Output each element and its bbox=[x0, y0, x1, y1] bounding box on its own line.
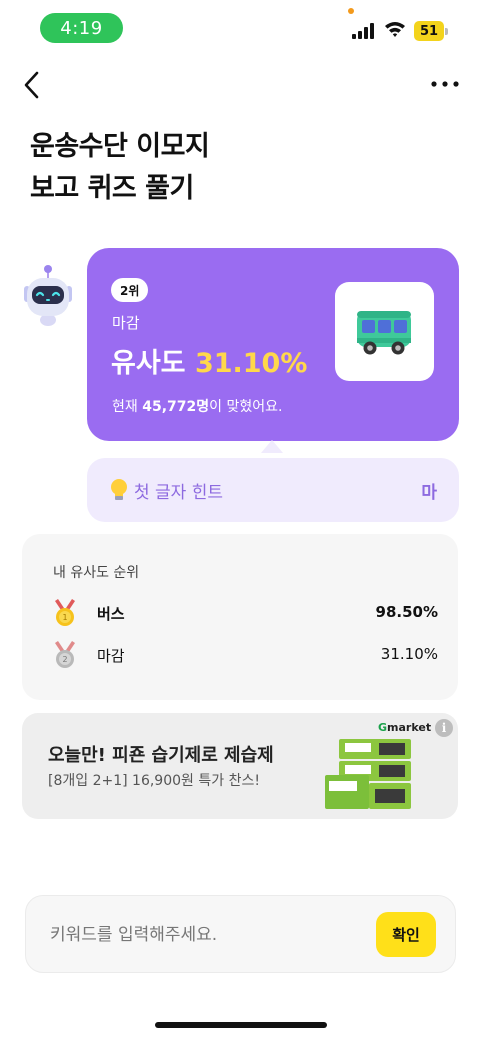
gold-medal-icon: 1 bbox=[55, 599, 75, 626]
battery-icon: 51 bbox=[414, 21, 448, 41]
similarity-label: 유사도 bbox=[111, 348, 186, 379]
status-time: 4:19 bbox=[40, 13, 123, 43]
page-title-line1: 운송수단 이모지 bbox=[30, 131, 210, 162]
ad-brand-logo: Gmarket bbox=[378, 721, 432, 734]
chevron-left-icon[interactable] bbox=[20, 68, 44, 102]
ad-banner[interactable]: 오늘만! 피죤 습기제로 제습제 [8개입 2+1] 16,900원 특가 찬스… bbox=[22, 713, 458, 819]
product-image bbox=[325, 739, 411, 809]
page-title-line2: 보고 퀴즈 풀기 bbox=[30, 173, 194, 204]
confirm-button[interactable]: 확인 bbox=[376, 912, 436, 957]
svg-text:2: 2 bbox=[62, 655, 67, 664]
ad-subtitle: [8개입 2+1] 16,900원 특가 찬스! bbox=[48, 773, 260, 789]
ranking-row: 2 마감 31.10% bbox=[22, 640, 458, 670]
rank-badge: 2위 bbox=[111, 278, 149, 302]
signal-icon bbox=[352, 23, 374, 39]
status-bar: 4:19 51 bbox=[0, 0, 481, 58]
ranking-word: 버스 bbox=[97, 605, 125, 623]
ranking-title: 내 유사도 순위 bbox=[53, 565, 140, 581]
ranking-score: 98.50% bbox=[375, 603, 438, 621]
keyword-input[interactable] bbox=[50, 920, 350, 950]
battery-level: 51 bbox=[414, 21, 444, 41]
emoji-box bbox=[335, 282, 434, 381]
page-title: 운송수단 이모지 보고 퀴즈 풀기 bbox=[30, 126, 450, 210]
guess-word: 마감 bbox=[112, 314, 140, 332]
similarity-line: 유사도 31.10% bbox=[111, 341, 307, 380]
solvers-count: 45,772명 bbox=[142, 399, 210, 415]
solvers-line: 현재 45,772명이 맞혔어요. bbox=[112, 396, 282, 416]
svg-text:1: 1 bbox=[62, 613, 67, 622]
robot-mascot-icon bbox=[24, 265, 72, 326]
hint-label: 첫 글자 힌트 bbox=[134, 483, 224, 503]
home-indicator bbox=[155, 1022, 327, 1028]
keyword-input-bar: 확인 bbox=[25, 895, 456, 973]
ranking-word: 마감 bbox=[97, 647, 125, 665]
hint-value: 마 bbox=[421, 483, 437, 503]
hint-pointer bbox=[261, 440, 283, 453]
result-card: 2위 마감 유사도 31.10% 현재 45,772명이 맞혔어요. bbox=[87, 248, 459, 441]
lightbulb-icon bbox=[111, 479, 127, 500]
hint-box[interactable]: 첫 글자 힌트 마 bbox=[87, 458, 459, 522]
info-icon[interactable]: i bbox=[435, 719, 453, 737]
privacy-indicator-dot bbox=[348, 8, 354, 14]
wifi-icon bbox=[385, 22, 405, 37]
ranking-row: 1 버스 98.50% bbox=[22, 598, 458, 628]
solvers-prefix: 현재 bbox=[112, 399, 138, 415]
similarity-ranking-card: 내 유사도 순위 1 버스 98.50% 2 마감 31.10% bbox=[22, 534, 458, 700]
ad-title: 오늘만! 피죤 습기제로 제습제 bbox=[48, 745, 274, 766]
battery-tip bbox=[445, 28, 448, 35]
similarity-value: 31.10% bbox=[194, 348, 308, 379]
solvers-suffix: 이 맞혔어요. bbox=[209, 399, 283, 415]
ranking-score: 31.10% bbox=[380, 645, 438, 663]
more-horizontal-icon[interactable] bbox=[430, 80, 460, 88]
bus-icon bbox=[357, 311, 411, 355]
silver-medal-icon: 2 bbox=[55, 641, 75, 668]
